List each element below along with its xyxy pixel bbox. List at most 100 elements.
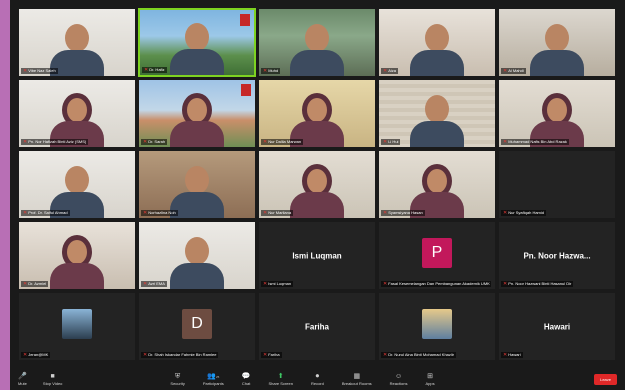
participant-video [410,20,464,76]
participant-name: Li Hui [388,139,399,144]
record-button[interactable]: ⏺ Record [311,368,324,390]
participant-body [170,192,224,218]
participant-name-tag: ✕ Fariha [261,352,282,358]
participant-body [170,263,224,289]
participant-tile[interactable]: ✕ Pn. Nor Hafizah Binti Aziz (SMS) [18,79,136,148]
participant-name: Muhd [268,68,279,73]
participant-head [65,24,89,52]
participant-name: Syamsiyana Hasan [388,210,423,215]
apps-button[interactable]: ⊞ Apps [425,368,434,390]
participant-tile[interactable]: ✕ Aiza [378,8,496,77]
participant-name-tag: ✕ Jeran@MK [21,352,51,358]
participant-tile[interactable]: D ✕ Dr. Shah Iskandar Fahmie Bin Ramlee [138,292,256,361]
participant-body [410,50,464,76]
participant-display-name: Ismi Luqman [292,251,342,260]
meeting-toolbar: 🎤 Mute ■ Stop Video ⛨ Security 👥25 Parti… [10,368,625,390]
breakout-rooms-button[interactable]: ▦ Breakout Rooms [342,368,372,390]
participant-name: Jeran@MK [28,352,49,357]
muted-microphone-icon: ✕ [263,210,268,216]
reactions-button[interactable]: ☺ Reactions [390,368,408,390]
participant-name: Hawari [508,352,521,357]
record-icon: ⏺ [315,372,320,380]
participant-name: Pn. Nor Hafizah Binti Aziz (SMS) [28,139,87,144]
participant-name-tag: ✕ Nur Syafiqah Hamid [501,210,546,216]
participant-tile[interactable]: ✕ Muhammad Nafis Bin Abd Razak [498,79,616,148]
participant-name-tag: ✕ Syamsiyana Hasan [381,210,425,216]
muted-microphone-icon: ✕ [263,139,268,145]
muted-microphone-icon: ✕ [23,210,28,216]
participant-name-tag: ✕ Dr. Sarah [141,139,168,145]
participant-name: Norhazlina Noh [148,210,176,215]
participant-name: Fariha [268,352,280,357]
participant-tile[interactable]: ✕ Jeran@MK [18,292,136,361]
participant-tile[interactable]: ✕ Dr. Sarah [138,79,256,148]
shield-icon: ⛨ [175,372,181,380]
participant-video [170,91,224,147]
participant-name-tag: ✕ Pn. Noor Hazwani Binti Hasanul Dir [501,281,574,287]
share-screen-button[interactable]: ⬆ Share Screen [268,368,292,390]
avatar: D [182,308,212,339]
participant-name: Dr. Sarah [148,139,166,144]
participant-name: Fasal Kesemelangan Dan Pembangunan Akade… [388,281,490,286]
mute-button[interactable]: 🎤 Mute [18,368,27,390]
participant-tile[interactable]: ✕ Al Mahdi [498,8,616,77]
participant-tile[interactable]: Pn. Noor Hazwa... ✕ Pn. Noor Hazwani Binti… [498,221,616,290]
muted-microphone-icon: ✕ [383,352,388,358]
participant-head [425,24,449,52]
chat-button[interactable]: 💬 Chat [242,368,251,390]
participant-tile[interactable]: ✕ Dr. Nurul Aina Binti Mohamad Khazlir [378,292,496,361]
participant-tile[interactable]: ✕ Nur Dalila Marwan [258,79,376,148]
participant-name-tag: ✕ Al Mahdi [501,68,526,74]
participant-tile[interactable]: ✕ Nur Syafiqah Hamid [498,150,616,219]
participant-name-tag: ✕ Dr. Nurul Aina Binti Mohamad Khazlir [381,352,457,358]
muted-microphone-icon: ✕ [23,139,28,145]
participant-body [170,49,224,75]
participant-name: Vibe Naz Saleh [28,68,56,73]
participant-name-tag: ✕ Ismi Luqman [261,281,294,287]
participants-button[interactable]: 👥25 Participants [203,368,224,390]
participant-name: Nur Dalila Marwan [268,139,302,144]
side-strip [0,0,10,390]
participant-name: Azri EMA [148,281,165,286]
profile-picture [422,308,452,339]
participant-name-tag: ✕ Prof. Dr. Saiful Ahmad [21,210,70,216]
avatar: P [422,237,452,268]
participant-tile[interactable]: ✕ Syamsiyana Hasan [378,150,496,219]
end-meeting-button[interactable]: Leave [594,373,617,385]
participant-body [290,192,344,218]
participant-tile[interactable]: P ✕ Fasal Kesemelangan Dan Pembangunan Aka… [378,221,496,290]
participant-tile[interactable]: Fariha ✕ Fariha [258,292,376,361]
participant-tile[interactable]: ✕ Dr. Hafiz [138,8,256,77]
muted-microphone-icon: ✕ [143,210,148,216]
participant-tile[interactable]: ✕ Azri EMA [138,221,256,290]
participant-name-tag: ✕ Nur Marliana [261,210,294,216]
participant-tile[interactable]: ✕ Li Hui [378,79,496,148]
participant-display-name: Pn. Noor Hazwa... [523,251,591,260]
security-button[interactable]: ⛨ Security [170,368,184,390]
participant-tile[interactable]: ✕ Vibe Naz Saleh [18,8,136,77]
smiley-icon: ☺ [394,372,403,380]
muted-microphone-icon: ✕ [383,139,388,145]
participant-name-tag: ✕ Pn. Nor Hafizah Binti Aziz (SMS) [21,139,89,145]
participant-tile[interactable]: Ismi Luqman ✕ Ismi Luqman [258,221,376,290]
university-logo [241,84,251,96]
participant-name: Ismi Luqman [268,281,292,286]
muted-microphone-icon: ✕ [263,352,268,358]
participant-tile[interactable]: ✕ Muhd [258,8,376,77]
stop-video-button[interactable]: ■ Stop Video [43,368,63,390]
participant-name-tag: ✕ Muhammad Nafis Bin Abd Razak [501,139,569,145]
participant-name-tag: ✕ Vibe Naz Saleh [21,68,58,74]
participant-tile[interactable]: ✕ Dr. Azmiel [18,221,136,290]
participant-name-tag: ✕ Nur Dalila Marwan [261,139,304,145]
participant-tile[interactable]: Hawari ✕ Hawari [498,292,616,361]
participant-tile[interactable]: ✕ Nur Marliana [258,150,376,219]
muted-microphone-icon: ✕ [23,281,28,287]
participant-video [170,233,224,289]
participant-tile[interactable]: ✕ Prof. Dr. Saiful Ahmad [18,150,136,219]
muted-microphone-icon: ✕ [263,281,268,287]
participant-name: Dr. Nurul Aina Binti Mohamad Khazlir [388,352,455,357]
participant-name-tag: ✕ Hawari [501,352,523,358]
participant-tile[interactable]: ✕ Norhazlina Noh [138,150,256,219]
participant-display-name: Hawari [543,322,571,331]
participant-head [185,237,209,265]
